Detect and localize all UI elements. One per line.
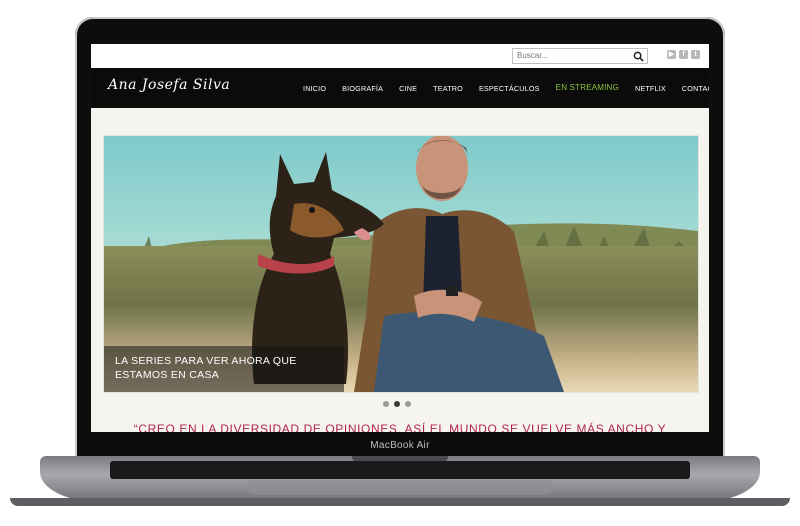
youtube-icon[interactable]: ▶	[667, 50, 676, 59]
nav-item-biografia[interactable]: BIOGRAFÍA	[342, 84, 383, 93]
facebook-icon[interactable]: f	[679, 50, 688, 59]
slider-dot[interactable]	[383, 401, 389, 407]
twitter-icon[interactable]: t	[691, 50, 700, 59]
nav-menu: INICIO BIOGRAFÍA CINE TEATRO ESPECTÁCULO…	[303, 83, 709, 93]
site-topbar: Buscar... ▶ f t	[91, 44, 709, 69]
slider-dot-active[interactable]	[394, 401, 400, 407]
social-links: ▶ f t	[667, 50, 700, 59]
slide-caption-line1: LA SERIES PARA VER AHORA QUE	[115, 355, 297, 367]
slider-pagination	[383, 401, 411, 407]
slide-caption[interactable]: LA SERIES PARA VER AHORA QUE ESTAMOS EN …	[104, 346, 344, 392]
slider-dot[interactable]	[405, 401, 411, 407]
nav-item-inicio[interactable]: INICIO	[303, 84, 326, 93]
search-input[interactable]: Buscar...	[512, 48, 648, 64]
device-model-label: MacBook Air	[370, 440, 430, 451]
hero-slider[interactable]: LA SERIES PARA VER AHORA QUE ESTAMOS EN …	[103, 135, 699, 393]
laptop-foot	[10, 498, 790, 506]
nav-item-cine[interactable]: CINE	[399, 84, 417, 93]
nav-item-netflix[interactable]: NETFLIX	[635, 84, 666, 93]
slide-caption-line2: ESTAMOS EN CASA	[115, 369, 220, 381]
laptop-trackpad	[248, 480, 552, 495]
nav-item-en-streaming[interactable]: EN STREAMING	[556, 83, 619, 93]
search-placeholder: Buscar...	[517, 51, 549, 60]
main-nav: Ana Josefa Silva INICIO BIOGRAFÍA CINE T…	[91, 68, 709, 108]
nav-item-contacto[interactable]: CONTACTO	[682, 84, 709, 93]
search-icon[interactable]	[633, 51, 644, 62]
laptop-keyboard	[110, 461, 690, 479]
nav-item-teatro[interactable]: TEATRO	[433, 84, 463, 93]
browser-screen: Buscar... ▶ f t Ana Josefa Silva INICIO …	[91, 44, 709, 432]
nav-item-espectaculos[interactable]: ESPECTÁCULOS	[479, 84, 540, 93]
site-logo[interactable]: Ana Josefa Silva	[108, 77, 230, 93]
featured-quote: “CREO EN LA DIVERSIDAD DE OPINIONES, ASÍ…	[133, 422, 667, 432]
